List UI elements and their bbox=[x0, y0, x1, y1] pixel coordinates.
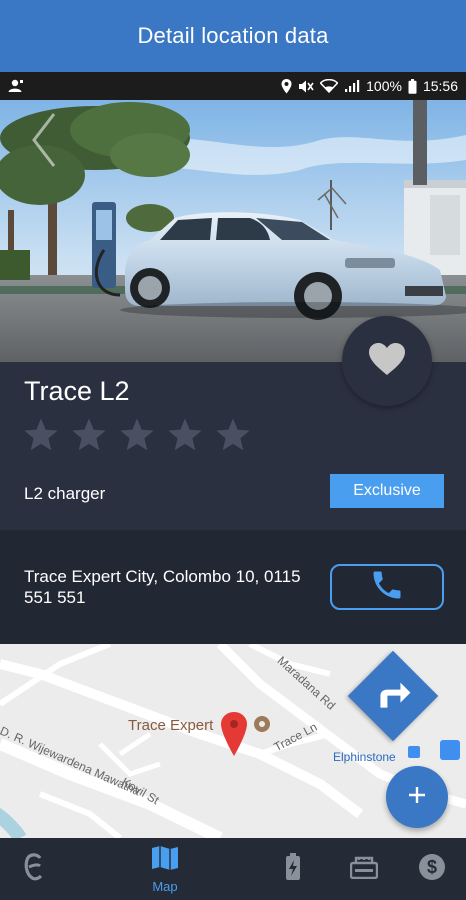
status-bar: 100% 15:56 bbox=[0, 72, 466, 100]
location-icon bbox=[281, 78, 292, 94]
map-icon bbox=[151, 845, 179, 876]
nav-item-battery[interactable] bbox=[278, 838, 308, 900]
star-icon[interactable] bbox=[70, 416, 108, 454]
exclusive-badge[interactable]: Exclusive bbox=[330, 474, 444, 508]
rating-stars[interactable] bbox=[22, 416, 252, 454]
star-icon[interactable] bbox=[214, 416, 252, 454]
battery-charge-icon bbox=[285, 852, 301, 886]
plus-icon bbox=[407, 785, 427, 810]
call-button[interactable] bbox=[330, 564, 444, 610]
nav-item-map[interactable]: Map bbox=[140, 838, 190, 900]
account-icon bbox=[8, 79, 24, 93]
nav-item-e[interactable] bbox=[14, 838, 54, 900]
nav-item-label: Map bbox=[152, 878, 178, 894]
bottom-navigation: Map $ bbox=[0, 838, 466, 900]
heart-icon bbox=[368, 342, 406, 381]
star-icon[interactable] bbox=[118, 416, 156, 454]
nav-item-payments[interactable]: $ bbox=[414, 838, 450, 900]
map-poi-label: Trace Expert bbox=[128, 717, 214, 734]
station-icon bbox=[349, 855, 379, 884]
page-title: Detail location data bbox=[137, 23, 329, 48]
location-name: Trace L2 bbox=[24, 376, 130, 406]
battery-percent: 100% bbox=[366, 78, 402, 94]
map-station-label: Elphinstone bbox=[333, 750, 396, 764]
star-icon[interactable] bbox=[22, 416, 60, 454]
mute-icon bbox=[298, 79, 314, 94]
dollar-icon: $ bbox=[418, 853, 446, 886]
header-bar: Detail location data bbox=[0, 0, 466, 72]
address-section: Trace Expert City, Colombo 10, 0115 551 … bbox=[0, 530, 466, 644]
svg-text:$: $ bbox=[427, 857, 437, 877]
signal-icon bbox=[344, 79, 360, 93]
location-address: Trace Expert City, Colombo 10, 0115 551 … bbox=[24, 567, 301, 607]
previous-photo-icon[interactable] bbox=[28, 110, 58, 170]
app-screen: Detail location data 100% 15:56 Trace L2… bbox=[0, 0, 466, 900]
favorite-button[interactable] bbox=[342, 316, 432, 406]
nav-item-stations[interactable] bbox=[346, 838, 382, 900]
wifi-icon bbox=[320, 79, 339, 93]
star-icon[interactable] bbox=[166, 416, 204, 454]
charger-type: L2 charger bbox=[24, 484, 106, 503]
e-logo-icon bbox=[23, 852, 45, 887]
add-button[interactable] bbox=[386, 766, 448, 828]
battery-icon bbox=[408, 78, 417, 94]
turn-right-icon bbox=[368, 671, 418, 721]
clock-time: 15:56 bbox=[422, 78, 458, 94]
phone-icon bbox=[369, 567, 405, 608]
